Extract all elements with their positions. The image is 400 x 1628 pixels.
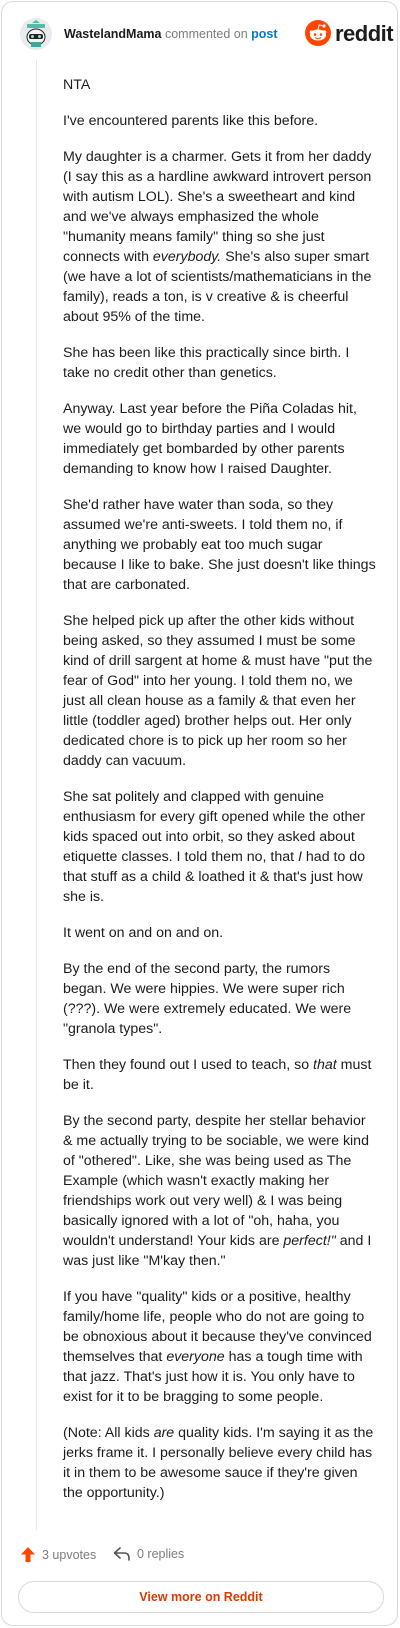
emphasis-text: perfect!": [283, 1233, 336, 1249]
post-link[interactable]: post: [251, 27, 277, 41]
comment-paragraph: She'd rather have water than soda, so th…: [63, 495, 377, 595]
comment-header: WastelandMama commented on post reddit: [20, 18, 394, 54]
paragraph-text: (Note: All kids: [63, 1425, 154, 1441]
comment-paragraph: She sat politely and clapped with genuin…: [63, 787, 377, 907]
paragraph-text: Then they found out I used to teach, so: [63, 1057, 314, 1073]
upvote-button[interactable]: 3 upvotes: [20, 1546, 96, 1563]
paragraph-text: She helped pick up after the other kids …: [63, 613, 373, 769]
snoo-avatar-icon[interactable]: [20, 18, 52, 50]
paragraph-text: By the second party, despite her stellar…: [63, 1113, 369, 1249]
paragraph-text: I've encountered parents like this befor…: [63, 113, 319, 129]
comment-paragraph: I've encountered parents like this befor…: [63, 111, 377, 131]
replies-button[interactable]: 0 replies: [113, 1546, 184, 1562]
upvote-count: 3 upvotes: [42, 1547, 97, 1562]
reddit-logo[interactable]: reddit: [305, 20, 394, 48]
comment-paragraph: It went on and on and on.: [63, 923, 377, 943]
paragraph-text: By the end of the second party, the rumo…: [63, 961, 352, 1037]
comment-meta: WastelandMama commented on post: [64, 27, 278, 41]
emphasis-text: that: [313, 1057, 337, 1073]
reply-arrow-icon: [113, 1547, 130, 1561]
emphasis-text: everyone: [166, 1349, 225, 1365]
comment-paragraph: Anyway. Last year before the Piña Colada…: [63, 399, 377, 479]
comment-paragraph: If you have "quality" kids or a positive…: [63, 1287, 377, 1407]
comment-paragraph: NTA: [63, 75, 377, 95]
comment-paragraph: By the end of the second party, the rumo…: [63, 959, 377, 1039]
paragraph-text: She has been like this practically since…: [63, 345, 350, 381]
paragraph-text: She'd rather have water than soda, so th…: [63, 497, 376, 593]
emphasis-text: are: [153, 1425, 175, 1441]
comment-body: NTA I've encountered parents like this be…: [63, 75, 377, 1519]
username-link[interactable]: WastelandMama: [64, 27, 161, 41]
paragraph-text: My daughter is a charmer. Gets it from h…: [63, 149, 372, 265]
thread-line: [36, 60, 37, 1530]
upvote-arrow-icon: [21, 1547, 35, 1562]
comment-paragraph: By the second party, despite her stellar…: [63, 1111, 377, 1271]
emphasis-text: everybody.: [152, 249, 222, 265]
paragraph-text: It went on and on and on.: [63, 925, 224, 941]
comment-paragraph: She helped pick up after the other kids …: [63, 611, 377, 771]
commented-on-label: commented on: [164, 27, 248, 41]
paragraph-text: NTA: [63, 77, 91, 93]
comment-paragraph: Then they found out I used to teach, so …: [63, 1055, 377, 1095]
reddit-snoo-icon: [305, 20, 331, 46]
view-more-button[interactable]: View more on Reddit: [18, 1581, 384, 1613]
comment-paragraph: (Note: All kids are quality kids. I'm sa…: [63, 1423, 377, 1503]
reply-count: 0 replies: [137, 1547, 185, 1561]
comment-embed-card: WastelandMama commented on post reddit N…: [1, 1, 398, 1626]
reddit-wordmark: reddit: [335, 21, 394, 46]
paragraph-text: Anyway. Last year before the Piña Colada…: [63, 401, 357, 477]
comment-paragraph: She has been like this practically since…: [63, 343, 377, 383]
comment-paragraph: My daughter is a charmer. Gets it from h…: [63, 147, 377, 327]
